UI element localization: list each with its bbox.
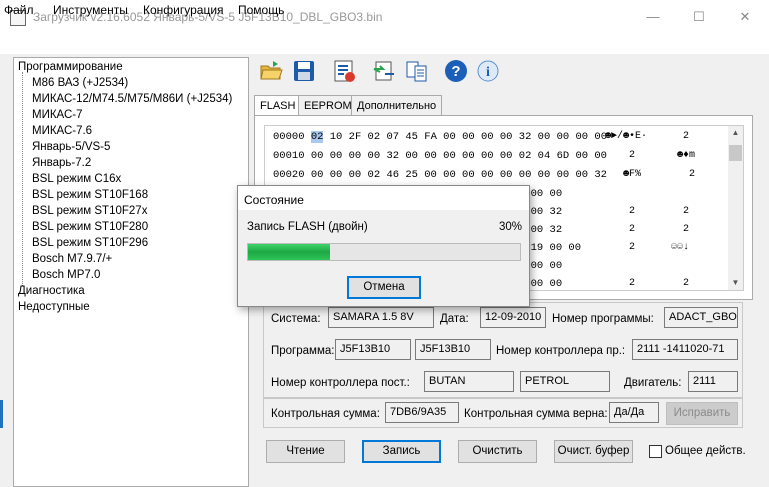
hex-ascii: 2 ☺☺↓	[605, 242, 690, 253]
info-icon[interactable]: i	[476, 59, 500, 83]
hex-ascii: 2 2	[605, 224, 690, 235]
menu-config[interactable]: Конфигурация	[143, 3, 224, 17]
controller-pr-field[interactable]: 2111 -1411020-71	[632, 339, 738, 360]
tree-line	[22, 72, 23, 286]
progress-fill	[248, 244, 330, 260]
checksum-field[interactable]: 7DB6/9A35	[385, 402, 459, 423]
menu-tools[interactable]: Инструменты	[53, 3, 128, 17]
hex-ascii: 2 2	[605, 206, 690, 217]
hex-address: 00020	[273, 169, 305, 181]
hex-bytes: 10 2F 02 07 45 FA 00 00 00 00 32 00 00 0…	[329, 131, 607, 143]
read-button[interactable]: Чтение	[266, 440, 345, 463]
hex-row: 00020 00 00 00 02 46 25 00 00 00 00 00 0…	[273, 169, 607, 181]
clear-buffer-button[interactable]: Очист. буфер	[554, 440, 633, 463]
tab-additional[interactable]: Дополнительно	[351, 95, 443, 116]
system-field[interactable]: SAMARA 1.5 8V	[328, 307, 434, 328]
open-folder-icon[interactable]	[259, 59, 283, 83]
svg-text:?: ?	[451, 63, 460, 80]
hex-row: 00010 00 00 00 00 32 00 00 00 00 00 00 0…	[273, 150, 607, 162]
scroll-up-icon[interactable]: ▲	[728, 128, 743, 137]
hex-ascii: 2 2	[605, 278, 690, 289]
tree-item[interactable]: Bosch MP7.0	[32, 269, 100, 281]
program-number-label: Номер программы:	[552, 313, 654, 325]
tree-item[interactable]: МИКАС-7.6	[32, 125, 92, 137]
dialog-percent: 30%	[499, 221, 523, 233]
help-icon[interactable]: ?	[444, 59, 468, 83]
checksum-ok-field[interactable]: Да/Да	[609, 402, 659, 423]
program-label: Программа:	[271, 345, 335, 357]
controller-post-field-2[interactable]: PETROL	[520, 371, 610, 392]
tree-item[interactable]: BSL режим ST10F296	[32, 237, 148, 249]
hex-row: 00000 02 10 2F 02 07 45 FA 00 00 00 00 3…	[273, 131, 607, 143]
system-label: Система:	[271, 313, 321, 325]
dialog-title: Состояние	[244, 193, 304, 207]
engine-field[interactable]: 2111	[688, 371, 738, 392]
tree-item[interactable]: BSL режим C16x	[32, 173, 121, 185]
left-accent-bar	[0, 400, 3, 428]
hex-bytes: 00 00 00 02 46 25 00 00 00 00 00 00 00 0…	[310, 169, 607, 181]
close-button[interactable]: ✕	[722, 0, 768, 34]
fix-button[interactable]: Исправить	[666, 402, 738, 425]
controller-post-field-1[interactable]: BUTAN	[424, 371, 514, 392]
dialog-message: Запись FLASH (двойн)	[247, 221, 368, 233]
program-field-1[interactable]: J5F13B10	[335, 339, 411, 360]
hex-address: 00000	[273, 131, 305, 143]
controller-pr-label: Номер контроллера пр.:	[496, 345, 626, 357]
controller-post-label: Номер контроллера пост.:	[271, 377, 410, 389]
maximize-button[interactable]: ☐	[676, 0, 722, 34]
common-actions-label: Общее действ.	[665, 445, 746, 457]
date-label: Дата:	[440, 313, 469, 325]
tree-item[interactable]: BSL режим ST10F168	[32, 189, 148, 201]
hex-ascii: ☻F% 2	[605, 169, 696, 180]
tree-item[interactable]: BSL режим ST10F27x	[32, 205, 147, 217]
tree-root-unavailable[interactable]: Недоступные	[18, 301, 90, 313]
tab-flash[interactable]: FLASH	[254, 95, 302, 117]
program-number-field[interactable]: ADACT_GBO3	[664, 307, 738, 328]
menu-file[interactable]: Файл	[4, 3, 34, 17]
checksum-label: Контрольная сумма:	[271, 408, 380, 420]
write-button[interactable]: Запись	[362, 440, 441, 463]
tree-root-programming[interactable]: Программирование	[18, 61, 123, 73]
checksum-ok-label: Контрольная сумма верна:	[464, 408, 608, 420]
tab-eeprom[interactable]: EEPROM	[298, 95, 358, 116]
menu-bar	[0, 34, 769, 54]
common-actions-checkbox[interactable]	[649, 445, 662, 458]
device-tree[interactable]: Программирование M86 ВАЗ (+J2534) МИКАС-…	[13, 57, 249, 487]
menu-help[interactable]: Помощь	[238, 3, 284, 17]
tree-item[interactable]: Bosch M7.9.7/+	[32, 253, 112, 265]
engine-label: Двигатель:	[624, 377, 682, 389]
tree-item[interactable]: МИКАС-7	[32, 109, 83, 121]
scroll-thumb[interactable]	[729, 145, 742, 161]
tree-root-diagnostics[interactable]: Диагностика	[18, 285, 85, 297]
hex-address: 00010	[273, 150, 305, 162]
minimize-button[interactable]: —	[630, 0, 676, 34]
scroll-down-icon[interactable]: ▼	[728, 278, 743, 287]
tree-item[interactable]: Январь-5/VS-5	[32, 141, 110, 153]
date-field[interactable]: 12-09-2010	[480, 307, 546, 328]
svg-text:i: i	[486, 65, 490, 80]
tree-item[interactable]: МИКАС-12/M74.5/M75/M86И (+J2534)	[32, 93, 232, 105]
cancel-button[interactable]: Отмена	[347, 276, 421, 299]
program-field-2[interactable]: J5F13B10	[415, 339, 491, 360]
tree-item[interactable]: BSL режим ST10F280	[32, 221, 148, 233]
transfer-icon[interactable]	[372, 59, 396, 83]
clear-button[interactable]: Очистить	[458, 440, 537, 463]
hex-ascii: ☻►/☻•E· 2	[605, 131, 690, 142]
tree-item[interactable]: M86 ВАЗ (+J2534)	[32, 77, 128, 89]
hex-selected-byte[interactable]: 02	[310, 131, 324, 143]
hex-ascii: 2 ☻♦m	[605, 150, 696, 161]
tree-item[interactable]: Январь-7.2	[32, 157, 91, 169]
compare-icon[interactable]	[405, 59, 429, 83]
checklist-icon[interactable]	[332, 59, 356, 83]
hex-bytes: 00 00 00 00 32 00 00 00 00 00 00 02 04 6…	[310, 150, 607, 162]
save-disk-icon[interactable]	[292, 59, 316, 83]
